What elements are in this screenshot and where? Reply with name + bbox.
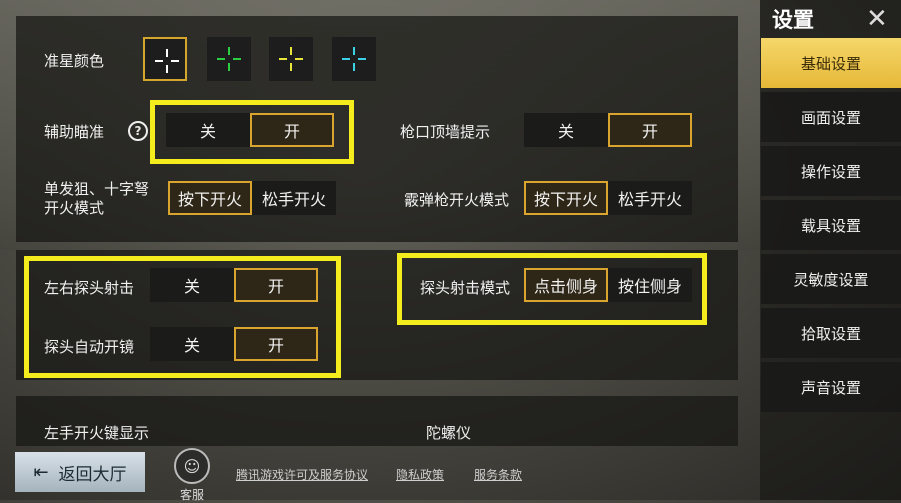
shotgun-fire-release[interactable]: 松手开火 (608, 181, 692, 215)
back-to-lobby-label: 返回大厅 (58, 464, 127, 485)
single-fire-press[interactable]: 按下开火 (168, 181, 252, 215)
tab-controls[interactable]: 操作设置 (761, 146, 901, 196)
crosshair-icon (342, 47, 366, 71)
crosshair-icon (279, 47, 303, 71)
highlight-aim-assist (150, 100, 354, 164)
headset-icon: ☺ (174, 448, 210, 484)
single-fire-label: 单发狙、十字弩 开火模式 (44, 180, 149, 218)
tab-basic[interactable]: 基础设置 (761, 38, 901, 88)
single-fire-mode: 按下开火 松手开火 (168, 181, 336, 215)
crosshair-color-label: 准星颜色 (44, 52, 105, 70)
single-fire-label-line2: 开火模式 (44, 199, 105, 217)
settings-tabs: 基础设置 画面设置 操作设置 载具设置 灵敏度设置 拾取设置 声音设置 (761, 38, 901, 416)
exit-arrow-icon: ⇤ (33, 461, 49, 483)
customer-service-button[interactable]: ☺ 客服 (170, 448, 214, 503)
help-icon[interactable]: ? (128, 121, 148, 141)
tab-vehicle[interactable]: 载具设置 (761, 200, 901, 250)
shotgun-fire-label: 霰弹枪开火模式 (404, 191, 510, 209)
back-to-lobby-button[interactable]: ⇤ 返回大厅 (15, 452, 145, 492)
muzzle-wall-label: 枪口顶墙提示 (400, 123, 491, 141)
crosshair-color-option[interactable] (332, 37, 376, 81)
muzzle-wall-toggle: 关 开 (524, 113, 692, 147)
muzzle-wall-on[interactable]: 开 (608, 113, 692, 147)
settings-title: 设置 (772, 8, 814, 32)
privacy-link[interactable]: 隐私政策 (396, 466, 444, 483)
muzzle-wall-off[interactable]: 关 (524, 113, 608, 147)
single-fire-release[interactable]: 松手开火 (252, 181, 336, 215)
shotgun-fire-press[interactable]: 按下开火 (524, 181, 608, 215)
highlight-peek-mode (397, 253, 707, 325)
tab-graphics[interactable]: 画面设置 (761, 92, 901, 142)
crosshair-color-option[interactable] (207, 37, 251, 81)
terms-link[interactable]: 服务条款 (474, 466, 522, 483)
customer-service-label: 客服 (179, 488, 204, 502)
gyro-label: 陀螺仪 (426, 424, 472, 442)
crosshair-color-option[interactable] (269, 37, 313, 81)
crosshair-icon (217, 47, 241, 71)
tab-sensitivity[interactable]: 灵敏度设置 (761, 254, 901, 304)
close-icon[interactable]: ✕ (866, 4, 888, 34)
aim-assist-label: 辅助瞄准 (44, 123, 105, 141)
tab-pickup[interactable]: 拾取设置 (761, 308, 901, 358)
highlight-peek-options (24, 256, 341, 378)
left-fire-label: 左手开火键显示 (44, 424, 150, 442)
tab-audio[interactable]: 声音设置 (761, 362, 901, 412)
shotgun-fire-mode: 按下开火 松手开火 (524, 181, 692, 215)
crosshair-color-option[interactable] (143, 37, 187, 81)
crosshair-icon (155, 49, 179, 73)
single-fire-label-line1: 单发狙、十字弩 (44, 180, 150, 198)
license-link[interactable]: 腾讯游戏许可及服务协议 (236, 466, 368, 483)
